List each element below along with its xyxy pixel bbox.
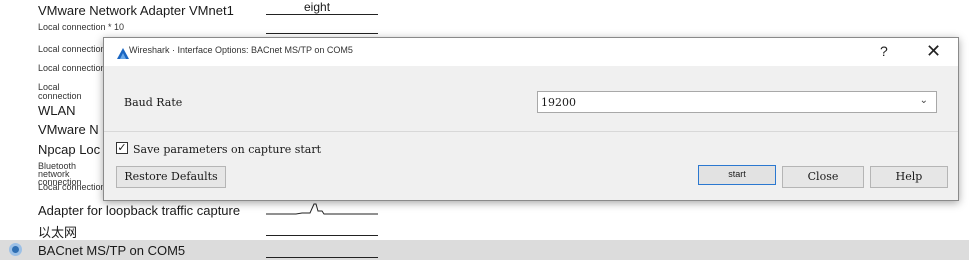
save-parameters-checkbox[interactable]: ✓ [116,142,128,154]
interface-row[interactable]: Local connection [38,83,98,101]
interface-name: VMware Network Adapter VMnet1 [38,3,234,18]
interface-row[interactable]: Local connection [38,44,106,54]
interface-row-loopback[interactable]: Adapter for loopback traffic capture [38,203,240,218]
interface-row-bacnet-selected[interactable]: BACnet MS/TP on COM5 [0,240,969,260]
sparkline [266,33,378,34]
interface-name: VMware N [38,122,99,137]
interface-name: WLAN [38,103,76,118]
wireshark-icon [117,48,129,59]
sparkline [266,235,378,236]
divider [104,131,958,132]
baud-rate-select[interactable]: 19200 ⌄ [537,91,937,113]
restore-defaults-button[interactable]: Restore Defaults [116,166,226,188]
interface-icon [9,243,22,256]
close-button[interactable]: Close [782,166,864,188]
interface-row-vmnet1[interactable]: VMware Network Adapter VMnet1 [38,3,234,18]
interface-name: 以太网 [38,225,78,240]
interface-row[interactable]: Local connection [38,63,106,73]
interface-row[interactable]: Npcap Loc [38,142,100,157]
interface-name: Adapter for loopback traffic capture [38,203,241,218]
interface-row[interactable]: Local connection [38,182,106,192]
baud-rate-value: 19200 [541,96,576,109]
interface-graph-label: eight [304,0,331,14]
checkmark-icon: ✓ [117,142,127,154]
interface-name: Local connection [38,82,82,101]
interface-row[interactable]: Local connection * 10 [38,22,124,32]
close-icon[interactable]: ✕ [926,41,941,62]
help-button[interactable]: Help [870,166,948,188]
chevron-down-icon: ⌄ [919,95,928,106]
interface-name: BACnet MS/TP on COM5 [38,243,186,258]
interface-name: Npcap Loc [38,142,101,157]
sparkline [266,203,378,215]
dialog-title: Wireshark · Interface Options: BACnet MS… [129,45,353,55]
sparkline [266,257,378,258]
start-button[interactable]: start [698,165,776,185]
interface-name: Local connection [38,182,106,192]
baud-rate-label: Baud Rate [124,96,183,109]
interface-row[interactable]: VMware N [38,122,99,137]
interface-row-ethernet[interactable]: 以太网 [38,222,77,241]
interface-name: Local connection [38,63,106,73]
dialog-titlebar[interactable]: Wireshark · Interface Options: BACnet MS… [104,38,958,66]
help-icon[interactable]: ? [880,43,888,59]
sparkline [266,14,378,15]
interface-name: Local connection [38,44,106,54]
interface-name: Local connection * 10 [38,22,125,32]
interface-row-wlan[interactable]: WLAN [38,103,76,118]
save-parameters-label[interactable]: Save parameters on capture start [133,143,321,156]
interface-options-dialog: Wireshark · Interface Options: BACnet MS… [103,37,959,201]
